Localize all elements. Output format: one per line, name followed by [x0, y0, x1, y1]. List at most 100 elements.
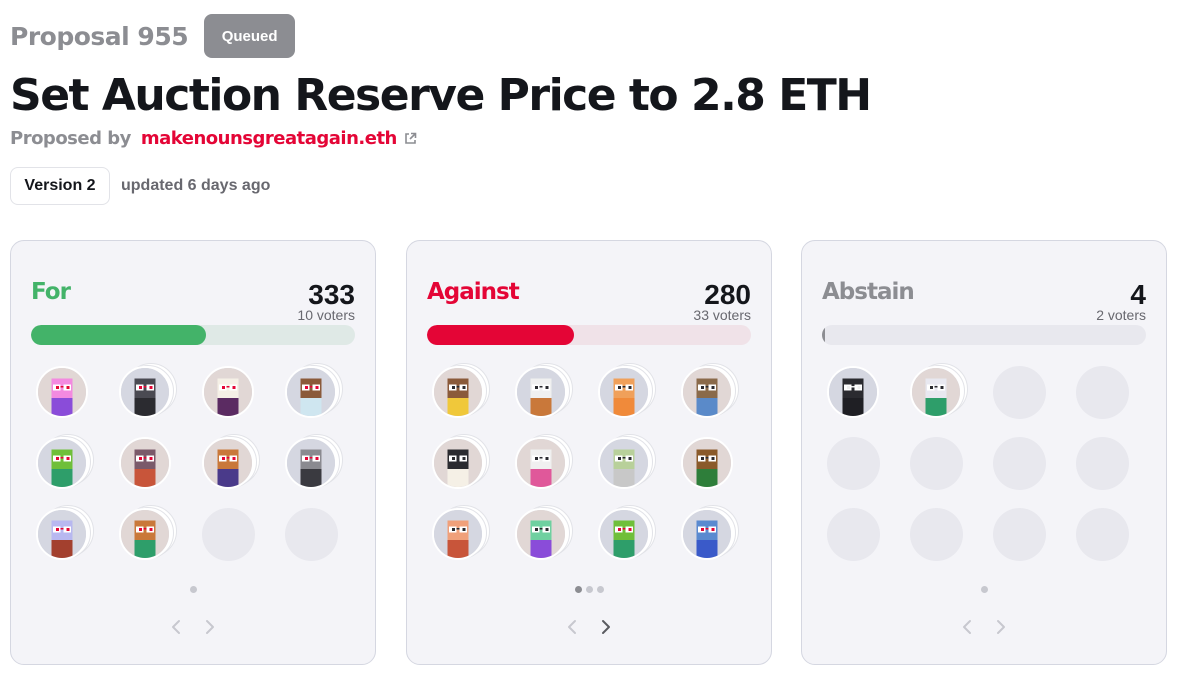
- page-dot[interactable]: [980, 586, 988, 593]
- noun-avatar: [598, 508, 650, 560]
- empty-avatar-slot: [910, 508, 963, 561]
- voter-avatar-stack[interactable]: [681, 505, 739, 561]
- voter-avatar-stack[interactable]: [119, 437, 172, 490]
- voter-avatar-stack[interactable]: [598, 434, 656, 490]
- noun-avatar: [515, 366, 567, 418]
- proposal-title: Set Auction Reserve Price to 2.8 ETH: [10, 70, 872, 121]
- empty-avatar-slot: [993, 508, 1046, 561]
- vote-card-abstain: Abstain 4 2 voters: [801, 240, 1167, 665]
- page-dot[interactable]: [596, 586, 604, 593]
- voter-avatar-stack[interactable]: [432, 505, 490, 561]
- empty-avatar-slot: [202, 508, 255, 561]
- voter-avatar-stack[interactable]: [36, 434, 94, 490]
- empty-avatar-slot: [1076, 508, 1129, 561]
- pager-nav: [11, 616, 375, 638]
- empty-avatar-slot: [827, 437, 880, 490]
- voter-avatar-stack[interactable]: [36, 505, 94, 561]
- noun-avatar: [515, 437, 567, 489]
- voter-avatar-stack[interactable]: [119, 363, 177, 419]
- external-link-icon[interactable]: [404, 132, 417, 145]
- vote-progress-fill: [822, 325, 825, 345]
- noun-avatar: [681, 366, 733, 418]
- voter-avatar-stack[interactable]: [598, 505, 656, 561]
- version-row: Version 2 updated 6 days ago: [10, 167, 270, 205]
- empty-avatar-slot: [285, 508, 338, 561]
- vote-progress-fill: [31, 325, 206, 345]
- noun-avatar: [119, 366, 171, 418]
- voter-avatar-stack[interactable]: [515, 505, 573, 561]
- voter-avatar-stack[interactable]: [515, 363, 573, 419]
- prev-page-button[interactable]: [167, 616, 185, 638]
- noun-avatar: [285, 366, 337, 418]
- chevron-right-icon: [206, 620, 214, 634]
- voter-avatar-stack[interactable]: [202, 366, 255, 419]
- noun-avatar: [432, 437, 484, 489]
- proposer-link[interactable]: makenounsgreatagain.eth: [141, 128, 397, 149]
- noun-avatar: [202, 366, 254, 418]
- empty-avatar-slot: [993, 366, 1046, 419]
- chevron-left-icon: [963, 620, 971, 634]
- noun-avatar: [119, 508, 171, 560]
- noun-avatar: [202, 437, 254, 489]
- noun-avatar: [598, 366, 650, 418]
- vote-progress-track: [427, 325, 751, 345]
- prev-page-button[interactable]: [958, 616, 976, 638]
- voter-avatar-stack[interactable]: [910, 363, 968, 419]
- proposal-header: Proposal 955 Queued: [10, 14, 296, 58]
- voter-grid: [36, 363, 343, 561]
- voter-count: 33 voters: [693, 307, 751, 323]
- noun-avatar: [285, 437, 337, 489]
- noun-avatar: [515, 508, 567, 560]
- page-dots: [407, 586, 771, 593]
- next-page-button[interactable]: [597, 616, 615, 638]
- pager-nav: [407, 616, 771, 638]
- empty-avatar-slot: [1076, 437, 1129, 490]
- chevron-left-icon: [568, 620, 576, 634]
- voter-avatar-stack[interactable]: [285, 434, 343, 490]
- chevron-right-icon: [997, 620, 1005, 634]
- voter-avatar-stack[interactable]: [681, 437, 734, 490]
- page-dot[interactable]: [574, 586, 582, 593]
- voter-avatar-stack[interactable]: [285, 363, 343, 419]
- noun-avatar: [119, 437, 171, 489]
- page-dot[interactable]: [585, 586, 593, 593]
- noun-avatar: [432, 366, 484, 418]
- next-page-button[interactable]: [992, 616, 1010, 638]
- voter-avatar-stack[interactable]: [681, 363, 739, 419]
- voter-avatar-stack[interactable]: [432, 363, 490, 419]
- voter-avatar-stack[interactable]: [432, 434, 490, 490]
- empty-avatar-slot: [910, 437, 963, 490]
- noun-avatar: [681, 508, 733, 560]
- version-button[interactable]: Version 2: [10, 167, 110, 205]
- prev-page-button[interactable]: [563, 616, 581, 638]
- proposer-row: Proposed by makenounsgreatagain.eth: [10, 128, 417, 149]
- noun-avatar: [827, 366, 879, 418]
- vote-progress-fill: [427, 325, 575, 345]
- noun-avatar: [910, 366, 962, 418]
- page-dot[interactable]: [189, 586, 197, 593]
- voter-avatar-stack[interactable]: [515, 434, 573, 490]
- noun-avatar: [36, 437, 88, 489]
- chevron-left-icon: [172, 620, 180, 634]
- voter-grid: [827, 363, 1129, 561]
- noun-avatar: [432, 508, 484, 560]
- empty-avatar-slot: [993, 437, 1046, 490]
- noun-avatar: [36, 366, 88, 418]
- voter-avatar-stack[interactable]: [119, 505, 177, 561]
- noun-avatar: [598, 437, 650, 489]
- voter-avatar-stack[interactable]: [827, 366, 880, 419]
- chevron-right-icon: [602, 620, 610, 634]
- vote-label: For: [31, 279, 71, 305]
- proposal-number: Proposal 955: [10, 21, 189, 51]
- voter-count: 10 voters: [297, 307, 355, 323]
- page-dots: [802, 586, 1166, 593]
- page-dots: [11, 586, 375, 593]
- updated-text: updated 6 days ago: [121, 177, 271, 194]
- proposed-by-label: Proposed by: [10, 128, 131, 149]
- voter-avatar-stack[interactable]: [598, 363, 656, 419]
- voter-avatar-stack[interactable]: [202, 434, 260, 490]
- voter-avatar-stack[interactable]: [36, 366, 89, 419]
- status-badge: Queued: [204, 14, 296, 58]
- next-page-button[interactable]: [201, 616, 219, 638]
- empty-avatar-slot: [1076, 366, 1129, 419]
